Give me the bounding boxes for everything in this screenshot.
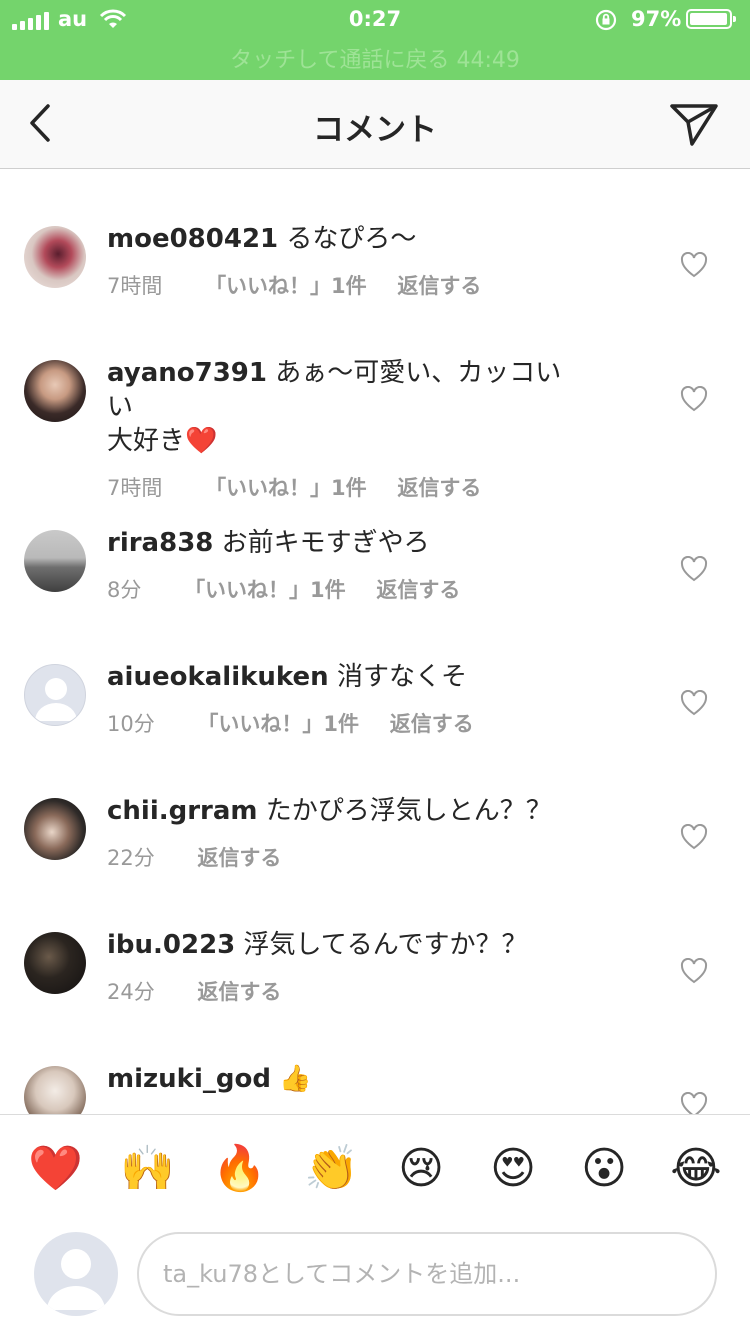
page-title: コメント <box>313 112 437 148</box>
emoji-fire-button[interactable]: 🔥 <box>212 1143 267 1195</box>
comment-time: 8分 <box>107 578 142 602</box>
like-heart-icon[interactable] <box>680 1092 708 1114</box>
likes-count-link[interactable]: 「いいね！」1件 <box>197 708 359 738</box>
direct-send-icon[interactable] <box>668 98 720 150</box>
like-heart-icon[interactable] <box>680 556 708 582</box>
avatar[interactable] <box>24 1066 86 1114</box>
comment-username[interactable]: moe080421 <box>107 224 278 254</box>
reply-button[interactable]: 返信する <box>197 842 281 872</box>
emoji-raised-hands-button[interactable]: 🙌 <box>120 1143 175 1195</box>
comment-text: たかぴろ浮気しとん？？ <box>265 796 552 826</box>
battery-icon <box>686 9 736 29</box>
comment-text: るなぴろ〜 <box>286 224 417 254</box>
likes-count-link[interactable]: 「いいね！」1件 <box>205 472 367 502</box>
comment-time: 7時間 <box>107 476 163 500</box>
comment-input[interactable] <box>137 1232 717 1316</box>
my-avatar <box>34 1232 118 1316</box>
comment-list[interactable]: moe080421 るなぴろ〜 7時間 「いいね！」1件 返信する ayano7… <box>0 170 750 1114</box>
comment-text: 浮気してるんですか？？ <box>243 930 528 960</box>
emoji-heart-button[interactable]: ❤️ <box>28 1143 83 1195</box>
comment-username[interactable]: mizuki_god <box>107 1064 271 1094</box>
like-heart-icon[interactable] <box>680 690 708 716</box>
comment-composer <box>0 1220 750 1334</box>
comment-text-line2: 大好き❤️ <box>107 426 218 456</box>
like-heart-icon[interactable] <box>680 824 708 850</box>
comment-text: お前キモすぎやろ <box>221 528 430 558</box>
like-heart-icon[interactable] <box>680 958 708 984</box>
avatar[interactable] <box>24 664 86 726</box>
avatar[interactable] <box>24 932 86 994</box>
comment-time: 7時間 <box>107 274 163 298</box>
comment-text: 👍 <box>279 1064 312 1094</box>
return-to-call-banner[interactable]: タッチして通話に戻る 44:49 <box>0 42 750 76</box>
like-heart-icon[interactable] <box>680 252 708 278</box>
comment-username[interactable]: ayano7391 <box>107 358 267 388</box>
default-user-icon <box>47 1249 105 1310</box>
likes-count-link[interactable]: 「いいね！」1件 <box>184 574 346 604</box>
status-bar: au 0:27 97% タッチして通話に戻る 44:49 <box>0 0 750 80</box>
status-row: au 0:27 97% <box>0 0 750 42</box>
battery-percent: 97% <box>631 7 682 31</box>
comment-time: 10分 <box>107 712 155 736</box>
comment-username[interactable]: chii.grram <box>107 796 258 826</box>
comment-time: 24分 <box>107 980 155 1004</box>
avatar[interactable] <box>24 798 86 860</box>
emoji-crying-button[interactable]: 😢 <box>395 1143 447 1195</box>
reply-button[interactable]: 返信する <box>197 976 281 1006</box>
nav-header: コメント <box>0 80 750 169</box>
orientation-lock-icon <box>595 9 617 31</box>
reply-button[interactable]: 返信する <box>397 472 481 502</box>
comment-username[interactable]: aiueokalikuken <box>107 662 329 692</box>
avatar[interactable] <box>24 360 86 422</box>
reply-button[interactable]: 返信する <box>376 574 460 604</box>
quick-emoji-bar: ❤️ 🙌 🔥 👏 😢 😍 😮 😂 <box>0 1114 750 1221</box>
emoji-surprised-button[interactable]: 😮 <box>578 1143 630 1195</box>
like-heart-icon[interactable] <box>680 386 708 412</box>
default-user-icon <box>35 678 77 721</box>
likes-count-link[interactable]: 「いいね！」1件 <box>205 270 367 300</box>
avatar[interactable] <box>24 530 86 592</box>
comment-text: 消すなくそ <box>336 662 467 692</box>
emoji-clap-button[interactable]: 👏 <box>304 1143 359 1195</box>
emoji-tears-of-joy-button[interactable]: 😂 <box>670 1143 722 1195</box>
reply-button[interactable]: 返信する <box>397 270 481 300</box>
emoji-heart-eyes-button[interactable]: 😍 <box>487 1143 539 1195</box>
comment-username[interactable]: ibu.0223 <box>107 930 235 960</box>
comment-username[interactable]: rira838 <box>107 528 213 558</box>
battery-fill <box>690 13 727 25</box>
avatar[interactable] <box>24 226 86 288</box>
reply-button[interactable]: 返信する <box>390 708 474 738</box>
comment-time: 22分 <box>107 846 155 870</box>
